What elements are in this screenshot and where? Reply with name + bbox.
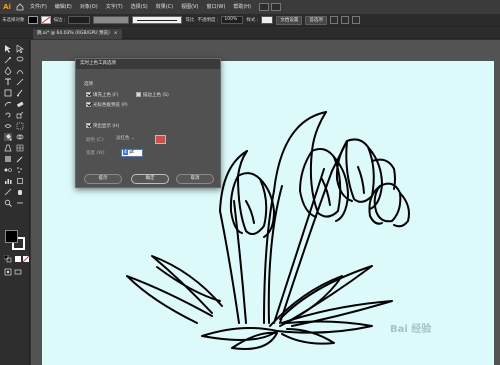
menu-file[interactable]: 文件(F) bbox=[26, 0, 51, 14]
cancel-button[interactable]: 取消 bbox=[176, 174, 214, 184]
graphic-style-swatch[interactable] bbox=[261, 16, 274, 24]
draw-mode-icon[interactable] bbox=[4, 268, 12, 276]
slice-tool-icon[interactable] bbox=[4, 188, 12, 196]
pen-tool-icon[interactable] bbox=[4, 66, 12, 76]
opacity-label: 不透明度 : bbox=[197, 18, 219, 23]
shaper-tool-icon[interactable] bbox=[4, 100, 12, 108]
menu-effect[interactable]: 效果(C) bbox=[152, 0, 177, 14]
edit-toolbar-icon[interactable] bbox=[16, 199, 24, 207]
color-label: 颜色 (C): bbox=[86, 138, 105, 143]
eraser-tool-icon[interactable] bbox=[16, 100, 24, 108]
width-label: 宽度 (W): bbox=[86, 151, 106, 156]
app-logo: Ai bbox=[3, 3, 11, 11]
direct-selection-tool-icon[interactable] bbox=[16, 44, 25, 54]
menu-window[interactable]: 窗口(W) bbox=[202, 0, 229, 14]
watermark: Bai 经验 bbox=[390, 324, 432, 335]
tools-panel bbox=[0, 40, 30, 365]
highlight-color-swatch[interactable] bbox=[155, 135, 166, 144]
artboard-tool-icon[interactable] bbox=[16, 177, 24, 185]
selection-tool-icon[interactable] bbox=[4, 45, 12, 53]
panel-menu-icon[interactable] bbox=[351, 16, 360, 24]
lasso-tool-icon[interactable] bbox=[16, 56, 24, 64]
align-icon[interactable] bbox=[329, 16, 338, 24]
color-select[interactable]: 淡红色 ⌄ bbox=[116, 136, 150, 143]
mesh-tool-icon[interactable] bbox=[16, 144, 24, 152]
shape-builder-tool-icon[interactable] bbox=[16, 133, 24, 141]
variable-width-field[interactable] bbox=[93, 16, 130, 24]
menu-help[interactable]: 帮助(H) bbox=[229, 0, 255, 14]
cursor-preview-checkbox[interactable] bbox=[86, 102, 91, 107]
menu-select[interactable]: 选择(S) bbox=[127, 0, 152, 14]
tips-button[interactable]: 提示 bbox=[84, 174, 122, 184]
rectangle-tool-icon[interactable] bbox=[4, 89, 12, 97]
menu-object[interactable]: 对象(O) bbox=[76, 0, 102, 14]
stroke-paint-label: 描边上色 (S) bbox=[143, 93, 169, 98]
fill-color-swatch[interactable] bbox=[27, 16, 38, 24]
preferences-button[interactable]: 首选项 bbox=[305, 15, 327, 25]
width-value: 4 bbox=[123, 150, 128, 155]
menu-edit[interactable]: 编辑(E) bbox=[51, 0, 76, 14]
color-mode-icon[interactable] bbox=[14, 255, 22, 263]
document-tab[interactable]: 跳.ai* @ 64.03% (RGB/GPU 预览) × bbox=[33, 29, 122, 39]
default-colors-icon[interactable] bbox=[3, 254, 12, 263]
fill-paint-checkbox[interactable] bbox=[86, 92, 91, 97]
chevron-down-icon: ⌄ bbox=[130, 136, 135, 141]
live-paint-bucket-options-dialog: 实时上色工具选项 选项 填充上色 (F) 描边上色 (S) 光标色板预览 (P)… bbox=[75, 58, 221, 188]
workspace-icon[interactable] bbox=[259, 3, 269, 11]
paintbrush-tool-icon[interactable] bbox=[16, 89, 24, 97]
stroke-weight-field[interactable] bbox=[68, 16, 91, 24]
rotate-tool-icon[interactable] bbox=[4, 111, 12, 119]
column-graph-tool-icon[interactable] bbox=[4, 177, 12, 185]
zoom-tool-icon[interactable] bbox=[4, 199, 12, 207]
arrange-icon[interactable] bbox=[271, 3, 281, 11]
home-icon[interactable] bbox=[14, 0, 26, 14]
type-tool-icon[interactable] bbox=[4, 78, 12, 86]
ok-button[interactable]: 确定 bbox=[131, 174, 169, 184]
stroke-paint-checkbox[interactable] bbox=[136, 92, 141, 97]
options-section-label: 选项 bbox=[84, 82, 93, 87]
blend-tool-icon[interactable] bbox=[4, 166, 12, 174]
highlight-checkbox[interactable] bbox=[86, 123, 91, 128]
gradient-tool-icon[interactable] bbox=[4, 155, 12, 163]
width-unit: pt bbox=[129, 150, 134, 155]
dialog-title[interactable]: 实时上色工具选项 bbox=[76, 59, 220, 69]
document-tab-bar: 跳.ai* @ 64.03% (RGB/GPU 预览) × bbox=[0, 28, 500, 39]
control-bar: 未选择对象 描边 : 等比 不透明度 : 100% 样式 : 文档设置 首选项 bbox=[0, 14, 500, 27]
menu-bar: Ai 文件(F) 编辑(E) 对象(O) 文字(T) 选择(S) 效果(C) 视… bbox=[0, 0, 500, 14]
transform-icon[interactable] bbox=[340, 16, 349, 24]
live-paint-bucket-tool-icon[interactable] bbox=[4, 133, 12, 141]
cursor-preview-label: 光标色板预览 (P) bbox=[93, 103, 128, 108]
document-tab-close-icon[interactable]: × bbox=[114, 29, 118, 39]
scale-tool-icon[interactable] bbox=[16, 111, 24, 119]
menu-type[interactable]: 文字(T) bbox=[102, 0, 127, 14]
opacity-field[interactable]: 100% bbox=[221, 16, 244, 24]
curvature-tool-icon[interactable] bbox=[16, 67, 24, 75]
symbol-sprayer-tool-icon[interactable] bbox=[16, 166, 24, 174]
document-tab-title: 跳.ai* @ 64.03% (RGB/GPU 预览) bbox=[37, 31, 110, 36]
free-transform-tool-icon[interactable] bbox=[16, 122, 24, 130]
stroke-style-label: 等比 bbox=[185, 18, 195, 23]
toolbar-fill-swatch[interactable] bbox=[5, 230, 18, 243]
line-tool-icon[interactable] bbox=[16, 78, 24, 86]
style-label: 样式 : bbox=[246, 18, 259, 23]
screen-mode-icon[interactable] bbox=[14, 268, 22, 276]
fill-paint-label: 填充上色 (F) bbox=[93, 93, 119, 98]
eyedropper-tool-icon[interactable] bbox=[16, 155, 24, 163]
perspective-grid-tool-icon[interactable] bbox=[4, 144, 12, 152]
none-color-icon[interactable] bbox=[22, 255, 30, 263]
stroke-color-swatch[interactable] bbox=[40, 16, 51, 24]
magic-wand-tool-icon[interactable] bbox=[4, 56, 12, 64]
hand-tool-icon[interactable] bbox=[16, 188, 24, 196]
selection-status: 未选择对象 bbox=[2, 18, 25, 23]
document-setup-button[interactable]: 文档设置 bbox=[276, 15, 303, 25]
stroke-profile-preview[interactable] bbox=[132, 16, 183, 24]
highlight-label: 突出显示 (H) bbox=[93, 124, 120, 129]
width-input[interactable]: 4 pt bbox=[121, 149, 143, 157]
stroke-label: 描边 : bbox=[53, 18, 66, 23]
color-select-value: 淡红色 bbox=[116, 136, 130, 141]
width-tool-icon[interactable] bbox=[4, 122, 12, 130]
menu-view[interactable]: 视图(V) bbox=[177, 0, 202, 14]
